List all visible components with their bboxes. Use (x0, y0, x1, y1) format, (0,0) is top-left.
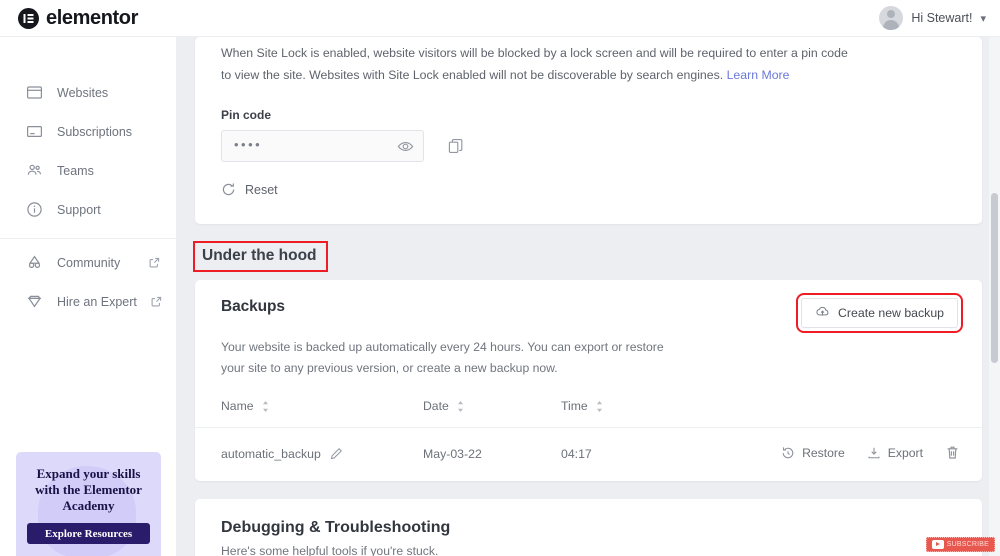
restore-label: Restore (802, 445, 845, 460)
promo-line-2: with the Elementor (35, 482, 142, 497)
sidebar-divider (0, 238, 176, 239)
subscribe-label: SUBSCRIBE (946, 541, 989, 548)
sidebar-item-label: Subscriptions (57, 124, 133, 139)
trash-icon (945, 445, 960, 460)
sidebar-item-label: Hire an Expert (57, 294, 137, 309)
pin-reset-button[interactable]: Reset (221, 182, 278, 197)
site-lock-description: When Site Lock is enabled, website visit… (221, 37, 956, 86)
cell-name: automatic_backup (195, 428, 423, 481)
community-icon (26, 254, 43, 271)
cloud-upload-icon (815, 304, 830, 322)
external-link-icon (149, 257, 160, 268)
export-button[interactable]: Export (867, 446, 923, 460)
browser-window-icon (26, 84, 43, 101)
top-bar: elementor Hi Stewart! ▾ (0, 0, 1000, 37)
brand-logo[interactable]: elementor (18, 7, 138, 30)
sort-arrows-icon (595, 400, 604, 413)
sort-arrows-icon (261, 400, 270, 413)
sidebar-item-community[interactable]: Community (0, 243, 176, 282)
external-link-icon (151, 296, 162, 307)
pin-code-row: •••• (221, 130, 956, 162)
column-label: Time (561, 399, 588, 413)
main-content: When Site Lock is enabled, website visit… (177, 37, 1000, 556)
sidebar-nav: Websites Subscriptions Teams Support Com… (0, 37, 176, 321)
refresh-icon (221, 182, 236, 197)
debugging-title: Debugging & Troubleshooting (221, 518, 451, 536)
create-new-backup-button[interactable]: Create new backup (796, 293, 963, 333)
sidebar-item-hire-an-expert[interactable]: Hire an Expert (0, 282, 176, 321)
user-menu[interactable]: Hi Stewart! ▾ (879, 6, 986, 30)
column-header-name[interactable]: Name (195, 399, 423, 428)
learn-more-link[interactable]: Learn More (727, 68, 790, 82)
table-row: automatic_backup May-03-22 04:17 Restore… (195, 428, 982, 481)
card-icon (26, 123, 43, 140)
delete-button[interactable] (945, 445, 960, 460)
avatar (879, 6, 904, 30)
sidebar-item-support[interactable]: Support (0, 190, 176, 229)
sort-arrows-icon (456, 400, 465, 413)
site-lock-card: When Site Lock is enabled, website visit… (195, 37, 982, 224)
column-header-date[interactable]: Date (423, 399, 561, 428)
youtube-subscribe-badge[interactable]: SUBSCRIBE (925, 537, 995, 552)
elementor-logo-icon (18, 7, 39, 29)
user-greeting: Hi Stewart! (911, 11, 973, 25)
backups-table: Name Date Time automatic_backup May-03-2… (195, 399, 982, 481)
people-icon (26, 162, 43, 179)
explore-resources-button[interactable]: Explore Resources (27, 523, 150, 544)
sidebar-item-label: Websites (57, 85, 109, 100)
debugging-subtitle: Here's some helpful tools if you're stuc… (221, 543, 439, 556)
cell-actions: Restore Export (691, 428, 982, 481)
sidebar-item-subscriptions[interactable]: Subscriptions (0, 112, 176, 151)
backups-card: Backups Create new backup Your website i… (195, 280, 982, 481)
create-new-backup-label: Create new backup (838, 306, 944, 320)
restore-button[interactable]: Restore (781, 446, 845, 460)
debugging-card: Debugging & Troubleshooting Here's some … (195, 498, 982, 556)
scrollbar-thumb[interactable] (991, 193, 998, 363)
pin-code-label: Pin code (221, 108, 272, 122)
pin-code-input[interactable]: •••• (221, 130, 424, 162)
sidebar-item-label: Community (57, 255, 121, 270)
section-heading-under-the-hood: Under the hood (193, 241, 328, 272)
column-label: Date (423, 399, 449, 413)
sidebar-item-label: Teams (57, 163, 94, 178)
pencil-icon[interactable] (330, 447, 343, 460)
copy-icon[interactable] (448, 138, 464, 154)
sidebar-item-websites[interactable]: Websites (0, 73, 176, 112)
cell-time: 04:17 (561, 446, 592, 461)
info-circle-icon (26, 201, 43, 218)
cell-date: May-03-22 (423, 446, 482, 461)
column-header-time[interactable]: Time (561, 399, 691, 428)
download-icon (867, 446, 881, 460)
backup-name: automatic_backup (221, 446, 321, 461)
export-label: Export (887, 445, 923, 460)
site-lock-paragraph-1: When Site Lock is enabled, website visit… (221, 46, 848, 60)
page-scrollbar[interactable] (989, 37, 1000, 556)
brand-text: elementor (46, 6, 138, 29)
pin-reset-label: Reset (245, 182, 278, 197)
column-label: Name (221, 399, 254, 413)
column-header-actions (691, 399, 982, 428)
youtube-icon (931, 540, 944, 549)
sidebar-item-label: Support (57, 202, 101, 217)
backups-title: Backups (221, 298, 285, 315)
sidebar-item-teams[interactable]: Teams (0, 151, 176, 190)
restore-clock-icon (781, 446, 795, 460)
promo-text: Expand your skills with the Elementor Ac… (26, 466, 151, 514)
promo-line-1: Expand your skills (36, 466, 141, 481)
academy-promo-card[interactable]: Expand your skills with the Elementor Ac… (16, 452, 161, 556)
eye-icon[interactable] (397, 138, 414, 155)
app-root: elementor Hi Stewart! ▾ Websites Subscri… (0, 0, 1000, 556)
site-lock-paragraph-2: to view the site. Websites with Site Loc… (221, 68, 724, 82)
sidebar: Websites Subscriptions Teams Support Com… (0, 37, 177, 556)
backups-header: Backups Create new backup (195, 293, 982, 333)
chevron-down-icon: ▾ (980, 12, 986, 25)
backups-description: Your website is backed up automatically … (221, 340, 664, 375)
diamond-icon (26, 293, 43, 310)
pin-code-value: •••• (234, 137, 263, 152)
promo-line-3: Academy (62, 498, 115, 513)
table-header-row: Name Date Time (195, 399, 982, 428)
